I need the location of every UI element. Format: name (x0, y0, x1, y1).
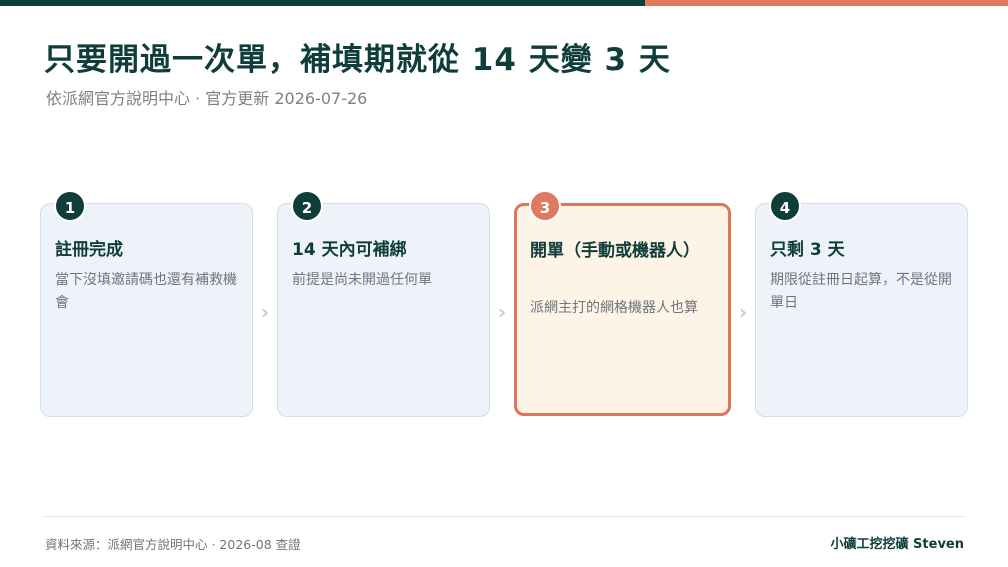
footer-divider (44, 516, 964, 517)
step-title: 開單（手動或機器人） (530, 241, 700, 261)
step-number-badge: 3 (529, 190, 561, 222)
step-title: 只剩 3 天 (770, 240, 845, 260)
step-number-badge: 1 (54, 190, 86, 222)
page-title: 只要開過一次單，補填期就從 14 天變 3 天 (44, 42, 671, 78)
step-description: 當下沒填邀請碼也還有補救機會 (55, 272, 237, 311)
step-title: 14 天內可補綁 (292, 240, 407, 260)
step-card-1: 1 註冊完成 當下沒填邀請碼也還有補救機會 (40, 190, 253, 417)
step-description: 前提是尚未開過任何單 (292, 272, 432, 288)
step-number-badge: 2 (291, 190, 323, 222)
step-card-3-highlighted: 3 開單（手動或機器人） 派網主打的網格機器人也算 (514, 190, 731, 416)
top-bar-accent-segment (645, 0, 1008, 6)
chevron-right-icon: › (260, 300, 270, 324)
page-subtitle: 依派網官方說明中心 · 官方更新 2026-07-26 (46, 89, 368, 108)
step-card-2: 2 14 天內可補綁 前提是尚未開過任何單 (277, 190, 490, 417)
step-card-4: 4 只剩 3 天 期限從註冊日起算，不是從開單日 (755, 190, 968, 417)
step-number-badge: 4 (769, 190, 801, 222)
top-accent-bar (0, 0, 1008, 6)
step-description: 期限從註冊日起算，不是從開單日 (770, 272, 952, 311)
step-title: 註冊完成 (55, 240, 123, 260)
footer-author: 小礦工挖挖礦 Steven (830, 537, 964, 552)
top-bar-dark-segment (0, 0, 645, 6)
chevron-right-icon: › (497, 300, 507, 324)
footer-source: 資料來源：派網官方說明中心 · 2026-08 查證 (45, 537, 301, 552)
chevron-right-icon: › (738, 300, 748, 324)
step-description: 派網主打的網格機器人也算 (530, 300, 698, 316)
